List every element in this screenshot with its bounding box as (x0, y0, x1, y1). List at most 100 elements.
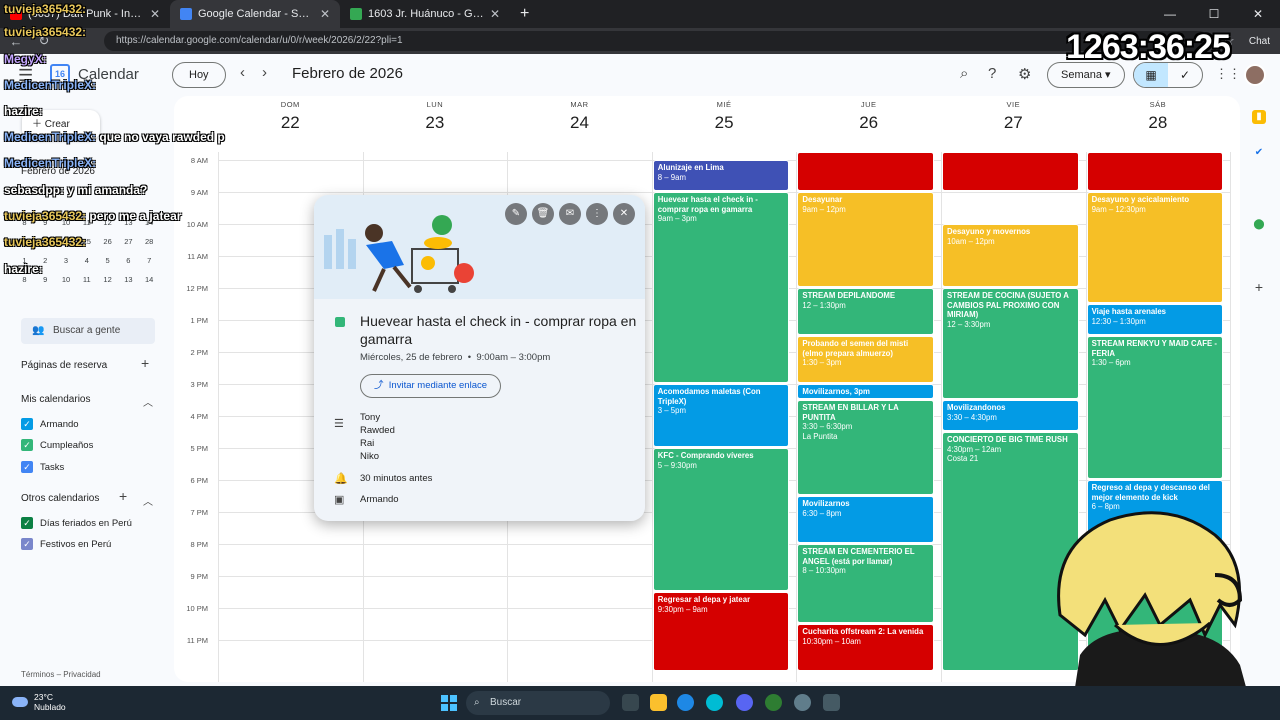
day-header[interactable]: SÁB 28 (1086, 100, 1231, 133)
mini-calendar-day[interactable]: 3 (56, 256, 77, 265)
keep-icon[interactable]: ▮ (1252, 110, 1266, 124)
checkbox-icon[interactable]: ✓ (21, 418, 33, 430)
day-number[interactable]: 25 (652, 113, 797, 133)
mini-calendar-day[interactable]: 26 (97, 237, 118, 246)
day-header[interactable]: JUE 26 (796, 100, 941, 133)
mini-calendar-day[interactable]: 11 (76, 275, 97, 284)
calendar-event[interactable]: Movilizarnos, 3pm (797, 384, 934, 399)
calendar-event[interactable] (1086, 152, 1224, 191)
calendar-event[interactable] (797, 152, 934, 191)
edge-icon[interactable] (677, 694, 694, 711)
my-calendars-heading[interactable]: Mis calendarios (21, 394, 90, 405)
mini-calendar-day[interactable]: 14 (139, 275, 160, 284)
delete-icon[interactable]: 🗑 (532, 203, 554, 225)
day-number[interactable]: 26 (796, 113, 941, 133)
app-icon[interactable] (823, 694, 840, 711)
calendar-event[interactable]: Movilizarnos 6:30 – 8pm (797, 496, 934, 543)
add-booking-icon[interactable]: + (141, 355, 149, 371)
chevron-left-icon[interactable]: ‹ (240, 64, 245, 81)
checkbox-icon[interactable]: ✓ (21, 517, 33, 529)
chat-button[interactable]: Chat (1249, 36, 1270, 47)
add-calendar-icon[interactable]: + (119, 488, 127, 504)
day-header[interactable]: VIE 27 (941, 100, 1086, 133)
chevron-up-icon[interactable]: ︿ (143, 493, 153, 508)
day-header[interactable]: DOM 22 (218, 100, 363, 133)
mini-calendar-day[interactable]: 6 (118, 256, 139, 265)
maps-pin-icon[interactable]: ⬤ (1252, 218, 1266, 232)
mini-calendar-day[interactable]: 8 (14, 275, 35, 284)
calendar-event[interactable]: Alunizaje en Lima 8 – 9am (652, 160, 790, 191)
terms-link[interactable]: Términos – Privacidad (21, 670, 101, 679)
mini-calendar-day[interactable]: 28 (139, 237, 160, 246)
calendar-event[interactable]: Huevear hasta el check in - comprar ropa… (652, 192, 790, 383)
email-icon[interactable]: ✉ (559, 203, 581, 225)
calendar-event[interactable]: KFC - Comprando víveres 5 – 9:30pm (652, 448, 790, 591)
checkbox-icon[interactable]: ✓ (21, 439, 33, 451)
calendar-item-armando[interactable]: ✓ Armando (21, 418, 79, 430)
maximize-icon[interactable]: ☐ (1192, 0, 1236, 28)
calendar-event[interactable]: STREAM EN CEMENTERIO EL ANGEL (está por … (797, 544, 934, 623)
day-header[interactable]: MAR 24 (507, 100, 652, 133)
calendar-item-cumpleanos[interactable]: ✓ Cumpleaños (21, 439, 93, 451)
mini-calendar-day[interactable]: 7 (139, 256, 160, 265)
calendar-item-festivos[interactable]: ✓ Festivos en Perú (21, 538, 111, 550)
more-options-icon[interactable]: ⋮ (586, 203, 608, 225)
calendar-event[interactable]: Regresar al depa y jatear 9:30pm – 9am (652, 592, 790, 671)
add-addon-icon[interactable]: + (1252, 280, 1266, 294)
calendar-event[interactable]: Desayuno y acicalamiento 9am – 12:30pm (1086, 192, 1224, 303)
calendar-event[interactable]: STREAM EN BILLAR Y LA PUNTITA 3:30 – 6:30… (797, 400, 934, 495)
calendar-event[interactable]: Movilizandonos 3:30 – 4:30pm (942, 400, 1079, 431)
day-number[interactable]: 28 (1086, 113, 1231, 133)
mini-calendar-day[interactable]: 4 (76, 256, 97, 265)
calendar-event[interactable]: Probando el semen del misti (elmo prepar… (797, 336, 934, 383)
mini-calendar-day[interactable]: 5 (97, 256, 118, 265)
url-field[interactable]: https://calendar.google.com/calendar/u/0… (104, 31, 1209, 51)
calendar-event[interactable]: STREAM DE COCINA (SUJETO A CAMBIOS PAL P… (942, 288, 1079, 399)
calendar-event[interactable]: STREAM RENKYU Y MAID CAFE - FERIA 1:30 – … (1086, 336, 1224, 479)
search-icon[interactable]: ⌕ (960, 65, 968, 82)
close-icon[interactable]: ✕ (613, 203, 635, 225)
tab-maps[interactable]: 1603 Jr. Huánuco - Google Maps ✕ (340, 0, 510, 28)
day-number[interactable]: 23 (363, 113, 508, 133)
day-header[interactable]: LUN 23 (363, 100, 508, 133)
calendar-item-tasks[interactable]: ✓ Tasks (21, 461, 64, 473)
checkbox-icon[interactable]: ✓ (21, 538, 33, 550)
chevron-right-icon[interactable]: › (262, 64, 267, 81)
edit-icon[interactable]: ✎ (505, 203, 527, 225)
settings-icon[interactable] (794, 694, 811, 711)
today-button[interactable]: Hoy (172, 62, 226, 88)
checkbox-icon[interactable]: ✓ (21, 461, 33, 473)
calendar-event[interactable]: STREAM DEPILANDOME 12 – 1:30pm (797, 288, 934, 335)
mini-calendar-day[interactable]: 10 (56, 275, 77, 284)
close-icon[interactable]: ✕ (490, 7, 500, 21)
day-number[interactable]: 27 (941, 113, 1086, 133)
calendar-event[interactable] (942, 152, 1079, 191)
tab-calendar[interactable]: Google Calendar - Semana del 22 ✕ (170, 0, 340, 28)
close-icon[interactable]: ✕ (320, 7, 330, 21)
search-people-input[interactable]: 👥 Buscar a gente (21, 318, 155, 344)
browser-icon[interactable] (706, 694, 723, 711)
weather-widget[interactable]: 23°C Nublado (12, 692, 66, 712)
day-header[interactable]: MIÉ 25 (652, 100, 797, 133)
mini-calendar-day[interactable]: 12 (97, 275, 118, 284)
calendar-event[interactable]: Viaje hasta arenales 12:30 – 1:30pm (1086, 304, 1224, 335)
calendar-event[interactable]: Desayunar 9am – 12pm (797, 192, 934, 287)
minimize-icon[interactable]: — (1148, 0, 1192, 28)
chevron-up-icon[interactable]: ︿ (143, 394, 153, 409)
day-number[interactable]: 22 (218, 113, 363, 133)
taskbar-search-input[interactable]: ⌕ Buscar (466, 691, 610, 715)
chrome-icon[interactable] (765, 694, 782, 711)
file-explorer-icon[interactable] (650, 694, 667, 711)
tasks-icon[interactable]: ✔ (1252, 146, 1266, 160)
discord-icon[interactable] (736, 694, 753, 711)
close-icon[interactable]: ✕ (150, 7, 160, 21)
calendar-event[interactable]: Desayuno y movernos 10am – 12pm (942, 224, 1079, 287)
close-window-icon[interactable]: ✕ (1236, 0, 1280, 28)
help-icon[interactable]: ? (988, 65, 996, 82)
calendar-item-feriados[interactable]: ✓ Días feriados en Perú (21, 517, 132, 529)
mini-calendar-day[interactable]: 27 (118, 237, 139, 246)
invite-link-button[interactable]: ⤴ Invitar mediante enlace (360, 374, 502, 398)
gear-icon[interactable]: ⚙ (1018, 65, 1031, 83)
calendar-event[interactable]: Acomodamos maletas (Con TripleX) 3 – 5pm (652, 384, 790, 447)
other-calendars-heading[interactable]: Otros calendarios (21, 493, 99, 504)
